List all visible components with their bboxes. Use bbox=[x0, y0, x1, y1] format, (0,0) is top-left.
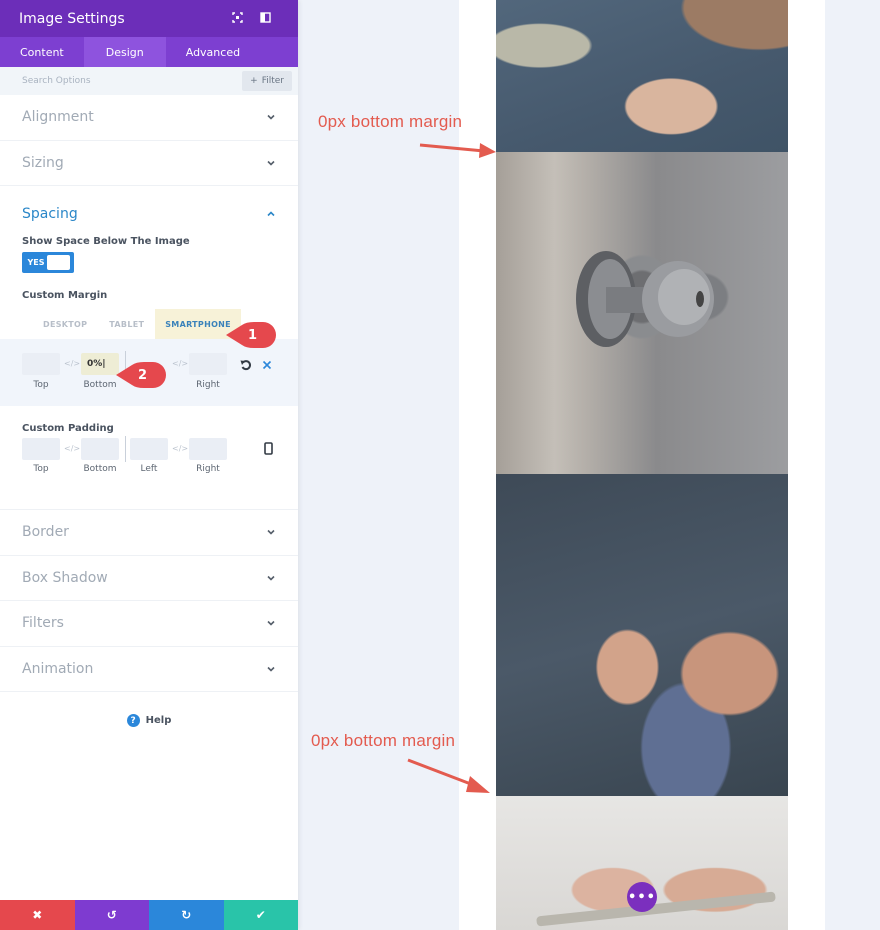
toggle-label: YES bbox=[27, 258, 45, 267]
margin-bottom-input[interactable]: 0%| bbox=[81, 353, 119, 375]
field-label: Bottom bbox=[83, 380, 117, 390]
custom-padding-label: Custom Padding bbox=[22, 423, 114, 434]
show-space-toggle[interactable]: YES bbox=[22, 252, 74, 273]
chevron-up-icon bbox=[267, 211, 275, 217]
callout-number: 1 bbox=[248, 327, 258, 343]
check-icon: ✔ bbox=[255, 908, 266, 922]
door-knob-graphic bbox=[576, 251, 714, 347]
search-input[interactable]: Search Options bbox=[22, 76, 242, 86]
margin-top-input[interactable] bbox=[22, 353, 60, 375]
field-label: Left bbox=[140, 464, 158, 474]
image-lock-picking-hands-2[interactable] bbox=[496, 474, 788, 796]
section-label: Border bbox=[22, 524, 69, 541]
padding-right-input[interactable] bbox=[189, 438, 227, 460]
fullscreen-icon[interactable] bbox=[223, 11, 251, 26]
reset-icon[interactable] bbox=[240, 359, 252, 371]
tab-design[interactable]: Design bbox=[83, 37, 166, 67]
sidebar-toggle-icon[interactable] bbox=[251, 11, 279, 26]
section-label: Animation bbox=[22, 660, 94, 677]
annotation-arrow-icon bbox=[419, 143, 496, 158]
section-label: Alignment bbox=[22, 109, 94, 126]
redo-icon: ↻ bbox=[181, 908, 192, 922]
link-icon[interactable]: </> bbox=[172, 359, 188, 368]
section-alignment[interactable]: Alignment bbox=[0, 95, 298, 141]
undo-button[interactable]: ↺ bbox=[74, 900, 149, 930]
toggle-knob bbox=[47, 255, 70, 270]
page-preview: 0px bottom margin 0px bottom margin ••• bbox=[298, 0, 880, 930]
section-animation[interactable]: Animation bbox=[0, 647, 298, 692]
chevron-down-icon bbox=[267, 530, 275, 535]
link-icon[interactable]: </> bbox=[64, 359, 80, 368]
filter-button[interactable]: + Filter bbox=[242, 71, 292, 91]
redo-button[interactable]: ↻ bbox=[149, 900, 224, 930]
panel-tabs: Content Design Advanced bbox=[0, 37, 298, 67]
callout-badge-2: 2 bbox=[116, 362, 166, 388]
margin-right-input[interactable] bbox=[189, 353, 227, 375]
device-tab-desktop[interactable]: DESKTOP bbox=[32, 309, 98, 339]
close-icon[interactable] bbox=[262, 360, 272, 370]
chevron-down-icon bbox=[267, 621, 275, 626]
close-icon: ✖ bbox=[32, 908, 43, 922]
section-label: Filters bbox=[22, 615, 64, 632]
divider bbox=[125, 436, 126, 462]
annotation-label: 0px bottom margin bbox=[318, 112, 463, 131]
callout-badge-1: 1 bbox=[226, 322, 276, 348]
annotation-label: 0px bottom margin bbox=[311, 731, 456, 750]
smartphone-icon[interactable] bbox=[264, 442, 273, 455]
tab-content[interactable]: Content bbox=[0, 37, 84, 67]
section-label: Spacing bbox=[22, 206, 78, 222]
device-tab-tablet[interactable]: TABLET bbox=[98, 309, 155, 339]
link-icon[interactable]: </> bbox=[64, 444, 80, 453]
image-door-knob[interactable] bbox=[496, 152, 788, 474]
plus-icon: + bbox=[250, 76, 258, 86]
field-label: Bottom bbox=[83, 464, 117, 474]
section-box-shadow[interactable]: Box Shadow bbox=[0, 556, 298, 601]
section-border[interactable]: Border bbox=[0, 510, 298, 556]
panel-header: Image Settings bbox=[0, 0, 298, 37]
show-space-label: Show Space Below The Image bbox=[22, 236, 190, 247]
image-lock-picking-hands[interactable] bbox=[496, 0, 788, 152]
field-label: Right bbox=[196, 380, 220, 390]
padding-bottom-input[interactable] bbox=[81, 438, 119, 460]
help-link[interactable]: ? Help bbox=[0, 714, 298, 727]
section-label: Sizing bbox=[22, 154, 64, 171]
spacing-header[interactable]: Spacing bbox=[0, 186, 298, 222]
field-label: Top bbox=[33, 380, 49, 390]
chevron-down-icon bbox=[267, 115, 275, 120]
padding-top-input[interactable] bbox=[22, 438, 60, 460]
chevron-down-icon bbox=[267, 160, 275, 166]
section-sizing[interactable]: Sizing bbox=[0, 141, 298, 186]
section-filters[interactable]: Filters bbox=[0, 601, 298, 647]
section-spacing: Spacing Show Space Below The Image YES C… bbox=[0, 186, 298, 510]
field-label: Top bbox=[33, 464, 49, 474]
padding-fields-row: </> </> Top Bottom Left Right bbox=[0, 434, 298, 484]
more-options-button[interactable]: ••• bbox=[627, 882, 657, 912]
padding-left-input[interactable] bbox=[130, 438, 168, 460]
custom-margin-label: Custom Margin bbox=[22, 290, 108, 301]
callout-number: 2 bbox=[138, 367, 148, 383]
panel-title: Image Settings bbox=[19, 10, 125, 27]
link-icon[interactable]: </> bbox=[172, 444, 188, 453]
undo-icon: ↺ bbox=[106, 908, 117, 922]
search-bar: Search Options + Filter bbox=[0, 67, 298, 95]
discard-button[interactable]: ✖ bbox=[0, 900, 75, 930]
filter-label: Filter bbox=[261, 76, 284, 86]
chevron-down-icon bbox=[267, 666, 275, 672]
tab-advanced[interactable]: Advanced bbox=[166, 37, 260, 67]
save-button[interactable]: ✔ bbox=[223, 900, 298, 930]
settings-panel: Image Settings Content Design Advanced S… bbox=[0, 0, 298, 930]
panel-footer: ✖ ↺ ↻ ✔ bbox=[0, 900, 298, 930]
help-label: Help bbox=[145, 715, 172, 726]
help-icon: ? bbox=[126, 714, 140, 727]
chevron-down-icon bbox=[267, 575, 275, 581]
field-label: Right bbox=[196, 464, 220, 474]
section-label: Box Shadow bbox=[22, 569, 108, 586]
annotation-arrow-icon bbox=[407, 758, 490, 793]
